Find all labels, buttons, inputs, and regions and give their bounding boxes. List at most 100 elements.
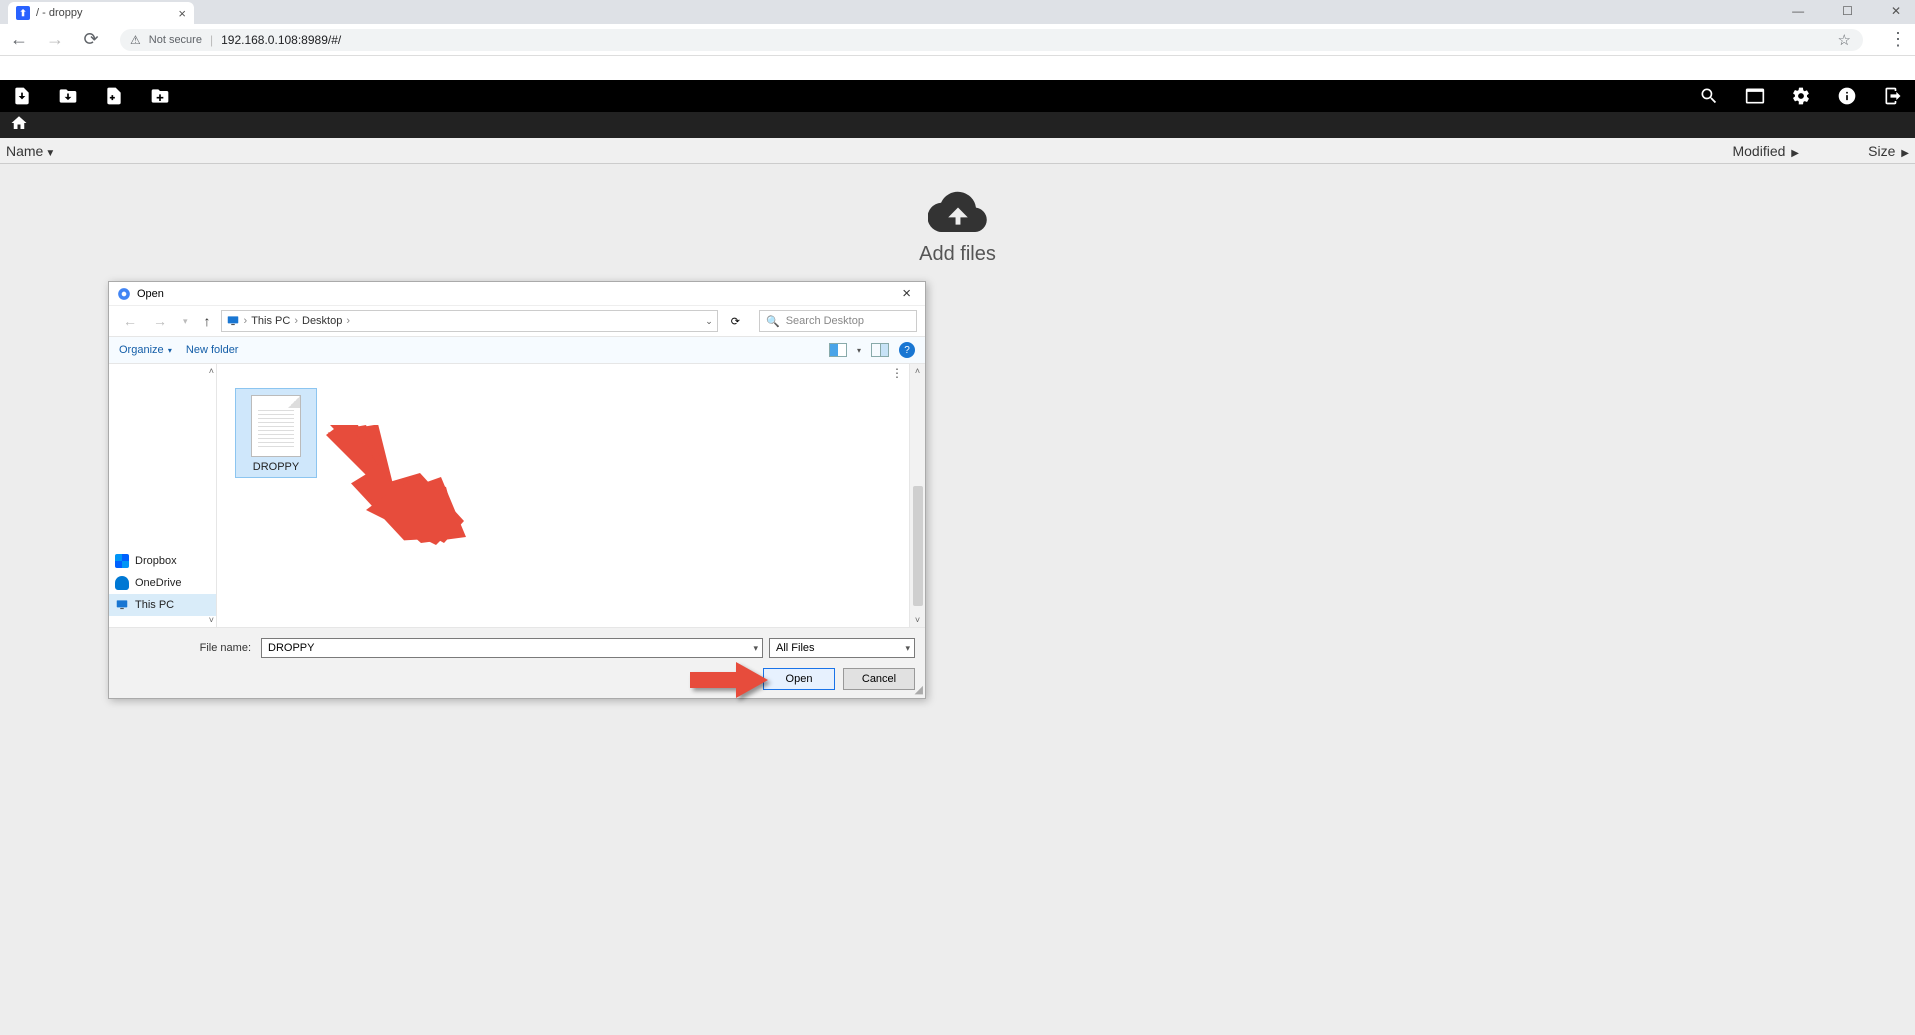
- browser-tab[interactable]: ⬆ / - droppy ×: [8, 2, 194, 24]
- nav-forward-button[interactable]: →: [147, 311, 173, 331]
- open-button[interactable]: Open: [763, 668, 835, 690]
- favicon-icon: ⬆: [16, 6, 30, 20]
- security-label: Not secure: [149, 34, 202, 46]
- column-modified[interactable]: Modified ▶: [1649, 143, 1799, 159]
- dropdown-icon[interactable]: ▾: [905, 643, 910, 654]
- dropbox-icon: [115, 554, 129, 568]
- breadcrumb-chevron: [34, 112, 46, 138]
- filename-value: DROPPY: [268, 642, 314, 654]
- dialog-sidebar: ˄ Dropbox OneDrive This PC ˅: [109, 364, 217, 627]
- search-icon: 🔍: [766, 315, 780, 328]
- thispc-path-icon: [226, 314, 240, 328]
- settings-icon[interactable]: [1791, 86, 1811, 106]
- cancel-button[interactable]: Cancel: [843, 668, 915, 690]
- path-thispc[interactable]: This PC: [251, 315, 290, 327]
- file-name: DROPPY: [236, 459, 316, 477]
- url-text: 192.168.0.108:8989/#/: [221, 33, 341, 47]
- columns-header: Name▼ Modified ▶ Size ▶: [0, 138, 1915, 164]
- chevron-right-icon: ›: [346, 315, 350, 327]
- refresh-button[interactable]: ⟳: [722, 312, 749, 331]
- sidebar-item-label: This PC: [135, 599, 174, 611]
- about-icon[interactable]: [1837, 86, 1857, 106]
- new-view-icon[interactable]: [1745, 86, 1765, 106]
- help-button[interactable]: ?: [899, 342, 915, 358]
- add-files-label: Add files: [919, 243, 996, 266]
- filename-input[interactable]: DROPPY ▾: [261, 638, 763, 658]
- dialog-footer: File name: DROPPY ▾ All Files ▾ Open Can…: [109, 627, 925, 698]
- scroll-down-icon[interactable]: ˅: [209, 615, 214, 625]
- sidebar-item-onedrive[interactable]: OneDrive: [109, 572, 216, 594]
- home-icon[interactable]: [10, 114, 28, 137]
- content-scrollbar[interactable]: ˄ ˅: [909, 364, 925, 627]
- new-folder-button[interactable]: New folder: [186, 344, 239, 356]
- dialog-content[interactable]: DROPPY ˄ ˅ ⋮: [217, 364, 925, 627]
- new-file-icon[interactable]: [104, 86, 124, 106]
- chrome-app-icon: [117, 287, 131, 301]
- nav-back-button[interactable]: ←: [117, 311, 143, 331]
- nav-up-button[interactable]: ↑: [198, 311, 217, 331]
- forward-button[interactable]: →: [44, 29, 66, 50]
- browser-blank-space: [0, 56, 1915, 80]
- nav-recent-button[interactable]: ▾: [177, 314, 194, 329]
- dialog-body: ˄ Dropbox OneDrive This PC ˅ DROPPY ˄: [109, 364, 925, 627]
- column-size[interactable]: Size ▶: [1799, 143, 1909, 159]
- filetype-select[interactable]: All Files ▾: [769, 638, 915, 658]
- address-bar: ← → ⟳ ⚠ Not secure | 192.168.0.108:8989/…: [0, 24, 1915, 56]
- scroll-up-icon[interactable]: ˄: [209, 366, 214, 376]
- path-desktop[interactable]: Desktop: [302, 315, 342, 327]
- resize-grip-icon[interactable]: ◢: [915, 683, 923, 696]
- file-open-dialog: Open × ← → ▾ ↑ › This PC › Desktop › ⌄ ⟳…: [108, 281, 926, 699]
- maximize-button[interactable]: ☐: [1832, 0, 1863, 22]
- path-dropdown-icon[interactable]: ⌄: [705, 316, 713, 327]
- file-icon: [251, 395, 301, 457]
- new-folder-icon[interactable]: [150, 86, 170, 106]
- upload-file-icon[interactable]: [12, 86, 32, 106]
- browser-menu-button[interactable]: ⋮: [1889, 29, 1907, 50]
- file-tile-droppy[interactable]: DROPPY: [235, 388, 317, 478]
- filename-label: File name:: [119, 642, 255, 654]
- search-icon[interactable]: [1699, 86, 1719, 106]
- add-files-dropzone[interactable]: Add files: [919, 188, 996, 266]
- upload-folder-icon[interactable]: [58, 86, 78, 106]
- chevron-right-icon: ›: [294, 315, 298, 327]
- minimize-button[interactable]: —: [1782, 0, 1814, 22]
- dialog-titlebar: Open ×: [109, 282, 925, 306]
- view-mode-button[interactable]: [829, 343, 847, 357]
- browser-tab-bar: ⬆ / - droppy × — ☐ ✕: [0, 0, 1915, 24]
- sidebar-item-label: Dropbox: [135, 555, 177, 567]
- logout-icon[interactable]: [1883, 86, 1903, 106]
- cloud-upload-icon: [919, 188, 996, 237]
- close-window-button[interactable]: ✕: [1881, 0, 1911, 22]
- bookmark-star-icon[interactable]: ☆: [1838, 31, 1851, 49]
- dialog-toolbar: Organize ▾ New folder ▾ ?: [109, 336, 925, 364]
- scroll-down-icon[interactable]: ˅: [910, 615, 925, 625]
- thispc-icon: [115, 598, 129, 612]
- close-tab-icon[interactable]: ×: [178, 6, 186, 21]
- scroll-up-icon[interactable]: ˄: [910, 366, 925, 376]
- scroll-thumb[interactable]: [913, 486, 923, 606]
- preview-pane-button[interactable]: [871, 343, 889, 357]
- organize-button[interactable]: Organize ▾: [119, 344, 172, 356]
- window-controls: — ☐ ✕: [1782, 0, 1911, 22]
- sidebar-item-thispc[interactable]: This PC: [109, 594, 216, 616]
- security-warning-icon: ⚠: [130, 33, 141, 47]
- dialog-title: Open: [137, 288, 164, 300]
- url-box[interactable]: ⚠ Not secure | 192.168.0.108:8989/#/ ☆: [120, 29, 1863, 51]
- chevron-right-icon: ›: [244, 315, 248, 327]
- search-box[interactable]: 🔍 Search Desktop: [759, 310, 917, 332]
- dialog-close-button[interactable]: ×: [896, 285, 917, 302]
- search-placeholder: Search Desktop: [786, 315, 864, 327]
- more-options-icon[interactable]: ⋮: [891, 366, 903, 380]
- onedrive-icon: [115, 576, 129, 590]
- dialog-nav-row: ← → ▾ ↑ › This PC › Desktop › ⌄ ⟳ 🔍 Sear…: [109, 306, 925, 336]
- path-box[interactable]: › This PC › Desktop › ⌄: [221, 310, 718, 332]
- back-button[interactable]: ←: [8, 29, 30, 50]
- view-dropdown-icon[interactable]: ▾: [857, 346, 861, 355]
- column-name[interactable]: Name▼: [6, 143, 1649, 159]
- droppy-toolbar: [0, 80, 1915, 112]
- filetype-value: All Files: [776, 642, 815, 654]
- dropdown-icon[interactable]: ▾: [753, 643, 758, 654]
- sidebar-item-label: OneDrive: [135, 577, 181, 589]
- reload-button[interactable]: ⟳: [80, 29, 102, 50]
- sidebar-item-dropbox[interactable]: Dropbox: [109, 550, 216, 572]
